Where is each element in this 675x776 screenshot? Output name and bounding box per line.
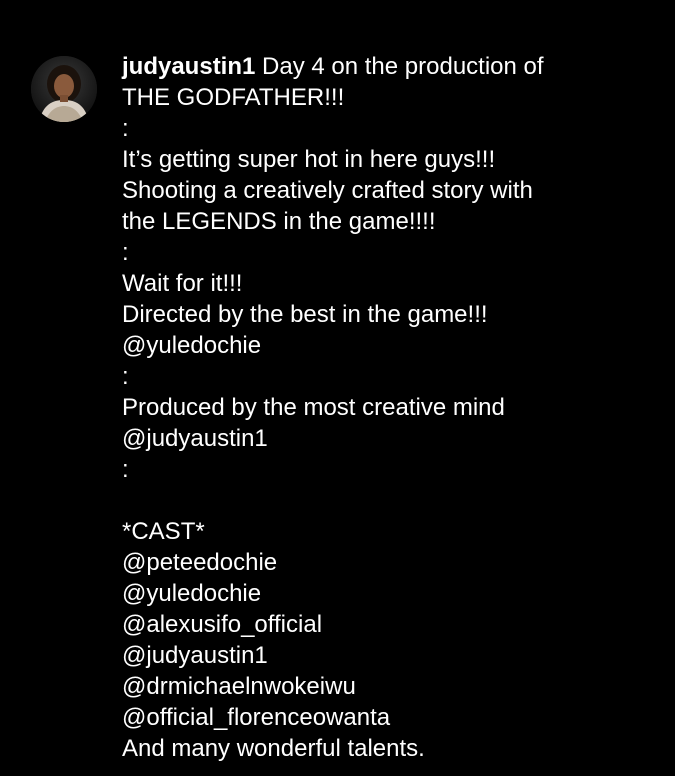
username-link[interactable]: judyaustin1	[122, 53, 255, 80]
mention-link[interactable]: @peteedochie	[122, 547, 662, 578]
caption-line: the LEGENDS in the game!!!!	[122, 208, 436, 235]
caption-text: Day 4 on the production of	[255, 53, 544, 80]
caption-line: Wait for it!!!	[122, 270, 243, 297]
caption-line: Directed by the best in the game!!!	[122, 301, 488, 328]
mention-link[interactable]: @yuledochie	[122, 578, 662, 609]
caption-separator: :	[122, 363, 129, 390]
caption-separator: :	[122, 456, 129, 483]
caption-separator: :	[122, 115, 129, 142]
mention-link[interactable]: @judyaustin1	[122, 640, 662, 671]
caption-line: And many wonderful talents.	[122, 735, 425, 762]
caption-line: Produced by the most creative mind	[122, 394, 505, 421]
avatar[interactable]	[31, 56, 97, 122]
caption-line: Shooting a creatively crafted story with	[122, 177, 533, 204]
caption-line: It’s getting super hot in here guys!!!	[122, 146, 496, 173]
mention-link[interactable]: @yuledochie	[122, 330, 662, 361]
mention-link[interactable]: @alexusifo_official	[122, 609, 662, 640]
mention-link[interactable]: @judyaustin1	[122, 423, 662, 454]
post-caption: judyaustin1 Day 4 on the production of T…	[122, 51, 662, 764]
mention-link[interactable]: @official_florenceowanta	[122, 702, 662, 733]
caption-separator: :	[122, 239, 129, 266]
cast-heading: *CAST*	[122, 518, 205, 545]
caption-first-line: judyaustin1 Day 4 on the production of	[122, 51, 662, 82]
profile-photo-icon	[31, 56, 97, 122]
mention-link[interactable]: @drmichaelnwokeiwu	[122, 671, 662, 702]
caption-line: THE GODFATHER!!!	[122, 84, 345, 111]
